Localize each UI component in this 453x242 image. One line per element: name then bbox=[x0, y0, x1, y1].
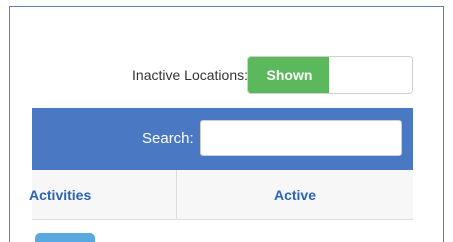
column-header-active[interactable]: Active bbox=[177, 170, 413, 219]
inactive-locations-label: Inactive Locations: bbox=[132, 67, 248, 83]
search-input[interactable] bbox=[200, 120, 402, 156]
table-header-row: Activities Active bbox=[29, 170, 413, 220]
search-bar: Search: bbox=[32, 108, 413, 170]
inactive-locations-toggle[interactable]: Shown bbox=[247, 56, 413, 94]
inactive-locations-row: Inactive Locations: Shown bbox=[10, 56, 443, 94]
content-frame: Inactive Locations: Shown Search: Activi… bbox=[9, 6, 444, 242]
toggle-shown-option[interactable]: Shown bbox=[248, 57, 331, 93]
row-action-button[interactable] bbox=[35, 233, 95, 242]
search-label: Search: bbox=[142, 130, 194, 147]
column-header-activities[interactable]: Activities bbox=[29, 170, 177, 219]
column-header-activities-label: Activities bbox=[29, 187, 92, 203]
toggle-hidden-option[interactable] bbox=[329, 57, 412, 93]
